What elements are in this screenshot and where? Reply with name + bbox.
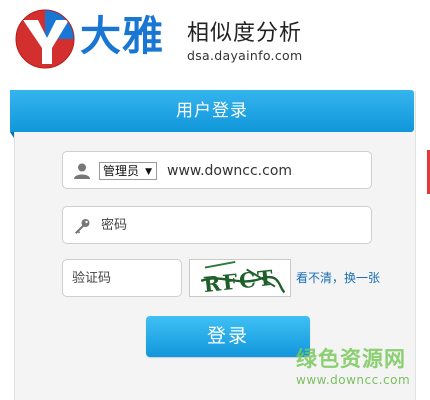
watermark-title: 绿色资源网 [296,347,406,371]
daya-logo-icon [15,9,75,69]
captcha-input[interactable]: 验证码 [62,259,182,297]
password-field[interactable]: 密码 [62,206,372,244]
brand-subtitle: 相似度分析 [187,21,303,46]
captcha-image[interactable]: RFCT [189,259,291,297]
role-select[interactable]: 管理员 ▼ [99,162,157,180]
brand-name: 大雅 [80,12,164,60]
refresh-captcha-link[interactable]: 看不清，换一张 [296,270,380,286]
password-placeholder: 密码 [101,218,128,233]
username-value: www.downcc.com [167,163,293,179]
ribbon-fold [10,132,14,138]
watermark-url: www.downcc.com [296,373,411,387]
role-selected-value: 管理员 [103,164,140,178]
brand-url: dsa.dayainfo.com [187,48,303,63]
panel-title: 用户登录 [176,101,248,121]
login-button[interactable]: 登录 [146,316,310,357]
captcha-placeholder: 验证码 [72,271,112,286]
chevron-down-icon: ▼ [145,167,152,177]
login-panel-header: 用户登录 [10,90,414,138]
user-icon [74,163,90,179]
username-field[interactable]: 管理员 ▼ www.downcc.com [62,151,372,189]
captcha-text: RFCT [202,265,276,297]
key-icon [75,219,90,234]
